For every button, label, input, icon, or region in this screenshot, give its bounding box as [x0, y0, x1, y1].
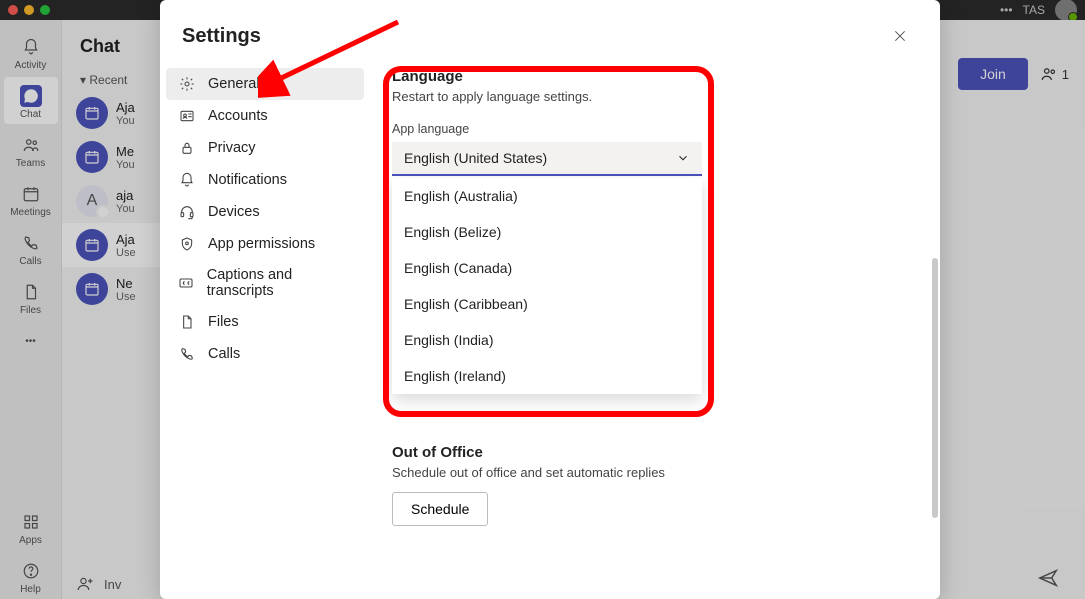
language-option[interactable]: English (Australia) — [392, 178, 702, 214]
language-option[interactable]: English (India) — [392, 322, 702, 358]
settings-nav-label: General — [208, 76, 260, 92]
settings-nav-label: App permissions — [208, 236, 315, 252]
modal-title: Settings — [182, 25, 261, 48]
language-option-list: English (Australia)English (Belize)Engli… — [392, 178, 702, 394]
settings-nav-label: Notifications — [208, 172, 287, 188]
settings-nav-label: Captions and transcripts — [207, 267, 352, 299]
app-language-label: App language — [392, 122, 910, 136]
shield-icon — [178, 235, 196, 253]
settings-nav-accounts[interactable]: Accounts — [166, 100, 364, 132]
scrollbar[interactable] — [932, 258, 938, 518]
language-selected-value: English (United States) — [404, 150, 547, 166]
cc-icon — [178, 274, 195, 292]
settings-nav-general[interactable]: General — [166, 68, 364, 100]
language-option[interactable]: English (Belize) — [392, 214, 702, 250]
close-button[interactable] — [888, 24, 912, 48]
ooo-subtext: Schedule out of office and set automatic… — [392, 465, 910, 480]
settings-nav-label: Files — [208, 314, 239, 330]
language-option[interactable]: English (Canada) — [392, 250, 702, 286]
id-icon — [178, 107, 196, 125]
language-option[interactable]: English (Caribbean) — [392, 286, 702, 322]
settings-nav-app-permissions[interactable]: App permissions — [166, 228, 364, 260]
settings-nav-privacy[interactable]: Privacy — [166, 132, 364, 164]
settings-nav-label: Accounts — [208, 108, 268, 124]
lock-icon — [178, 139, 196, 157]
headset-icon — [178, 203, 196, 221]
settings-modal: Settings General Accounts Privacy Notificat… — [160, 0, 940, 599]
language-option[interactable]: English (Ireland) — [392, 358, 702, 394]
settings-nav-label: Calls — [208, 346, 240, 362]
settings-content: Language Restart to apply language setti… — [374, 58, 940, 599]
settings-nav: General Accounts Privacy Notifications Devic… — [160, 58, 374, 599]
settings-nav-captions-and-transcripts[interactable]: Captions and transcripts — [166, 260, 364, 306]
phone-icon — [178, 345, 196, 363]
bell-icon — [178, 171, 196, 189]
gear-icon — [178, 75, 196, 93]
chevron-down-icon — [676, 151, 690, 165]
settings-nav-notifications[interactable]: Notifications — [166, 164, 364, 196]
language-select-button[interactable]: English (United States) — [392, 142, 702, 176]
language-heading: Language — [392, 68, 910, 85]
close-icon — [892, 28, 908, 44]
settings-nav-label: Devices — [208, 204, 260, 220]
settings-nav-label: Privacy — [208, 140, 256, 156]
modal-header: Settings — [160, 0, 940, 58]
app-language-dropdown: English (United States) English (Austral… — [392, 142, 702, 176]
settings-nav-files[interactable]: Files — [166, 306, 364, 338]
language-subtext: Restart to apply language settings. — [392, 89, 910, 104]
settings-nav-calls[interactable]: Calls — [166, 338, 364, 370]
schedule-button[interactable]: Schedule — [392, 492, 488, 526]
file-icon — [178, 313, 196, 331]
settings-nav-devices[interactable]: Devices — [166, 196, 364, 228]
ooo-heading: Out of Office — [392, 444, 910, 461]
